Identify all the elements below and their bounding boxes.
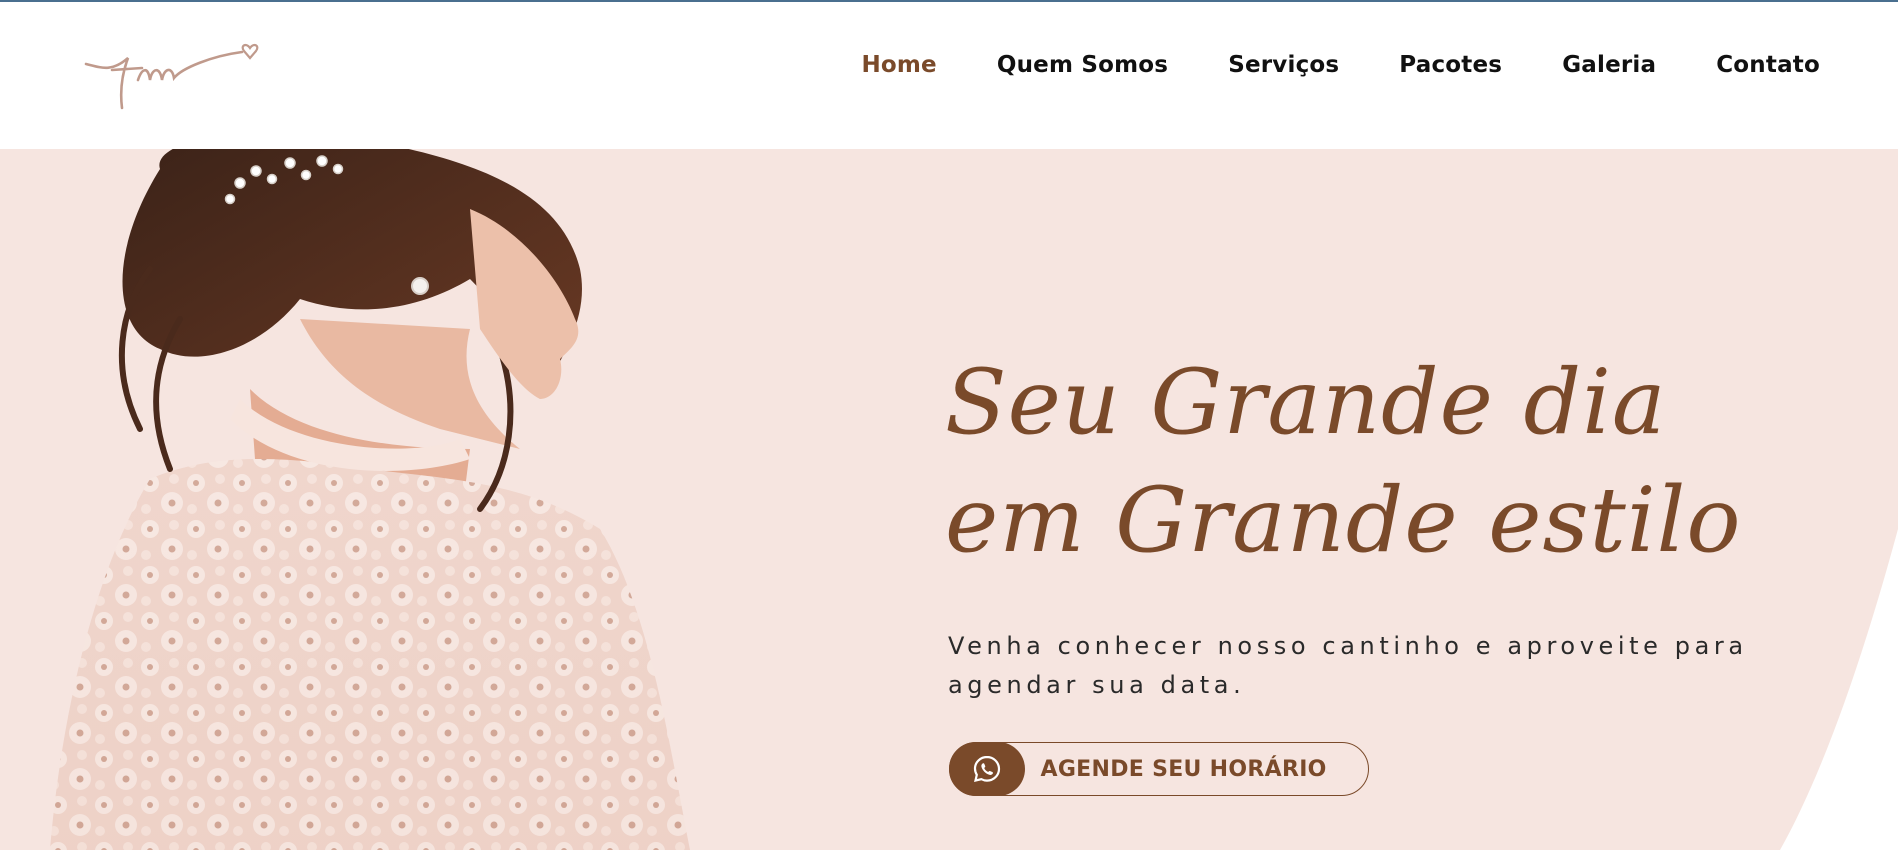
hero-section: Seu Grande dia em Grande estilo Venha co… — [0, 149, 1898, 850]
brand-logo[interactable] — [82, 38, 272, 114]
nav-galeria[interactable]: Galeria — [1562, 52, 1656, 78]
bride-photo — [0, 149, 720, 850]
nav-servicos[interactable]: Serviços — [1228, 52, 1339, 78]
main-nav: Home Quem Somos Serviços Pacotes Galeria… — [861, 52, 1820, 78]
schedule-button-label: AGENDE SEU HORÁRIO — [1040, 756, 1327, 782]
hero-subtitle: Venha conhecer nosso cantinho e aproveit… — [948, 632, 1748, 699]
hero-headline: Seu Grande dia em Grande estilo — [945, 344, 1742, 580]
nav-pacotes[interactable]: Pacotes — [1399, 52, 1502, 78]
logo-fm-icon — [84, 43, 259, 110]
nav-quem-somos[interactable]: Quem Somos — [997, 52, 1168, 78]
nav-contato[interactable]: Contato — [1716, 52, 1820, 78]
whatsapp-icon — [948, 742, 1025, 796]
schedule-button[interactable]: AGENDE SEU HORÁRIO — [948, 742, 1369, 796]
headline-line-1: Seu Grande dia — [945, 350, 1667, 455]
nav-home[interactable]: Home — [861, 52, 936, 78]
headline-line-2: em Grande estilo — [945, 468, 1742, 573]
site-header: Home Quem Somos Serviços Pacotes Galeria… — [0, 2, 1898, 149]
